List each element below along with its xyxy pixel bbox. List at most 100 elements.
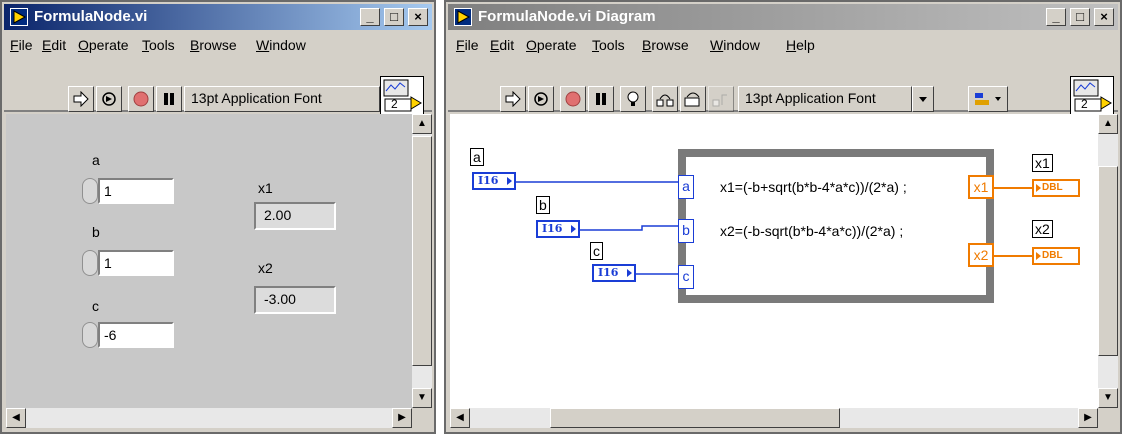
menu-browse[interactable]: Browse xyxy=(190,37,237,53)
highlight-execution-icon[interactable] xyxy=(620,86,646,112)
scroll-left-icon[interactable]: ◀ xyxy=(450,408,470,428)
abort-icon[interactable] xyxy=(128,86,154,112)
front-panel-canvas: a 1 b 1 c -6 x1 2.00 x2 -3.00 xyxy=(6,114,412,408)
terminal-a-label: a xyxy=(470,148,484,166)
formula-line-x2[interactable]: x2=(-b-sqrt(b*b-4*a*c))/(2*a) ; xyxy=(720,223,903,239)
menu-file[interactable]: File xyxy=(456,37,479,53)
menu-window[interactable]: Window xyxy=(256,37,306,53)
vertical-scrollbar[interactable]: ▲ ▼ xyxy=(1098,114,1118,408)
terminal-c-i16[interactable]: I16 xyxy=(592,264,636,282)
scroll-thumb[interactable] xyxy=(550,408,840,428)
formula-output-x1[interactable]: x1 xyxy=(968,175,994,199)
window-title: FormulaNode.vi xyxy=(34,8,148,25)
diagram-icon xyxy=(454,8,472,26)
menu-window[interactable]: Window xyxy=(710,37,760,53)
scroll-left-icon[interactable]: ◀ xyxy=(6,408,26,428)
run-arrow-icon[interactable] xyxy=(68,86,94,112)
terminal-x2-label: x2 xyxy=(1032,220,1053,238)
menu-tools[interactable]: Tools xyxy=(142,37,175,53)
formula-node[interactable]: a b c x1=(-b+sqrt(b*b-4*a*c))/(2*a) ; x2… xyxy=(678,149,994,303)
indicator-x2-label: x2 xyxy=(258,260,273,276)
formula-input-b[interactable]: b xyxy=(678,219,694,243)
minimize-button[interactable]: _ xyxy=(360,8,380,26)
menu-operate[interactable]: Operate xyxy=(526,37,577,53)
menu-bar: File Edit Operate Tools Browse Window xyxy=(4,34,432,56)
maximize-button[interactable]: □ xyxy=(384,8,404,26)
close-button[interactable]: × xyxy=(408,8,428,26)
block-diagram-window: FormulaNode.vi Diagram _ □ × File Edit O… xyxy=(444,0,1122,434)
run-continuously-icon[interactable] xyxy=(96,86,122,112)
increment-decrement-icon[interactable] xyxy=(82,250,98,276)
terminal-x2-dbl[interactable]: DBL xyxy=(1032,247,1080,265)
connector-label: 2 xyxy=(391,97,398,111)
scroll-thumb[interactable] xyxy=(1098,166,1118,356)
indicator-x1-label: x1 xyxy=(258,180,273,196)
increment-decrement-icon[interactable] xyxy=(82,178,98,204)
menu-edit[interactable]: Edit xyxy=(42,37,66,53)
toolbar: 13pt Application Font 2 xyxy=(4,58,432,116)
vertical-scrollbar[interactable]: ▲ ▼ xyxy=(412,114,432,408)
connector-pane-icon[interactable]: 2 xyxy=(380,76,424,116)
scroll-down-icon[interactable]: ▼ xyxy=(1098,388,1118,408)
terminal-x1-label: x1 xyxy=(1032,154,1053,172)
menu-tools[interactable]: Tools xyxy=(592,37,625,53)
terminal-x1-dbl[interactable]: DBL xyxy=(1032,179,1080,197)
align-objects-icon[interactable] xyxy=(968,86,1008,112)
terminal-c-label: c xyxy=(590,242,603,260)
menu-help[interactable]: Help xyxy=(786,37,815,53)
resize-grip-icon[interactable] xyxy=(412,408,432,428)
vi-icon xyxy=(10,8,28,26)
increment-decrement-icon[interactable] xyxy=(82,322,98,348)
block-diagram-titlebar[interactable]: FormulaNode.vi Diagram _ □ × xyxy=(448,4,1118,30)
control-b-label: b xyxy=(92,224,100,240)
scroll-thumb[interactable] xyxy=(412,136,432,366)
connector-label: 2 xyxy=(1081,97,1088,111)
formula-input-a[interactable]: a xyxy=(678,175,694,199)
font-selector[interactable]: 13pt Application Font xyxy=(184,86,380,112)
indicator-x2-value: -3.00 xyxy=(254,286,336,314)
font-dropdown-arrow-icon[interactable] xyxy=(912,86,934,112)
control-a-label: a xyxy=(92,152,100,168)
resize-grip-icon[interactable] xyxy=(1098,408,1118,428)
front-panel-titlebar[interactable]: FormulaNode.vi _ □ × xyxy=(4,4,432,30)
maximize-button[interactable]: □ xyxy=(1070,8,1090,26)
font-selector[interactable]: 13pt Application Font xyxy=(738,86,912,112)
terminal-a-i16[interactable]: I16 xyxy=(472,172,516,190)
menu-bar: File Edit Operate Tools Browse Window He… xyxy=(448,34,1118,56)
minimize-button[interactable]: _ xyxy=(1046,8,1066,26)
menu-file[interactable]: File xyxy=(10,37,33,53)
front-panel-window: FormulaNode.vi _ □ × File Edit Operate T… xyxy=(0,0,436,434)
horizontal-scrollbar[interactable]: ◀ ▶ xyxy=(6,408,412,428)
step-out-icon[interactable] xyxy=(708,86,734,112)
connector-pane-icon[interactable]: 2 xyxy=(1070,76,1114,116)
window-title: FormulaNode.vi Diagram xyxy=(478,8,656,25)
control-a-input[interactable]: 1 xyxy=(98,178,174,204)
menu-operate[interactable]: Operate xyxy=(78,37,129,53)
terminal-b-label: b xyxy=(536,196,550,214)
block-diagram-canvas: a I16 b I16 c I16 a b c x1=(-b+sqrt(b*b-… xyxy=(450,114,1098,408)
formula-input-c[interactable]: c xyxy=(678,265,694,289)
pause-icon[interactable] xyxy=(588,86,614,112)
formula-line-x1[interactable]: x1=(-b+sqrt(b*b-4*a*c))/(2*a) ; xyxy=(720,179,907,195)
indicator-x1-value: 2.00 xyxy=(254,202,336,230)
run-continuously-icon[interactable] xyxy=(528,86,554,112)
scroll-right-icon[interactable]: ▶ xyxy=(1078,408,1098,428)
step-over-icon[interactable] xyxy=(680,86,706,112)
scroll-up-icon[interactable]: ▲ xyxy=(412,114,432,134)
pause-icon[interactable] xyxy=(156,86,182,112)
close-button[interactable]: × xyxy=(1094,8,1114,26)
scroll-down-icon[interactable]: ▼ xyxy=(412,388,432,408)
run-arrow-icon[interactable] xyxy=(500,86,526,112)
terminal-b-i16[interactable]: I16 xyxy=(536,220,580,238)
menu-browse[interactable]: Browse xyxy=(642,37,689,53)
horizontal-scrollbar[interactable]: ◀ ▶ xyxy=(450,408,1098,428)
menu-edit[interactable]: Edit xyxy=(490,37,514,53)
scroll-right-icon[interactable]: ▶ xyxy=(392,408,412,428)
formula-output-x2[interactable]: x2 xyxy=(968,243,994,267)
abort-icon[interactable] xyxy=(560,86,586,112)
step-into-icon[interactable] xyxy=(652,86,678,112)
scroll-up-icon[interactable]: ▲ xyxy=(1098,114,1118,134)
toolbar: 13pt Application Font 2 xyxy=(448,58,1118,116)
control-c-input[interactable]: -6 xyxy=(98,322,174,348)
control-b-input[interactable]: 1 xyxy=(98,250,174,276)
